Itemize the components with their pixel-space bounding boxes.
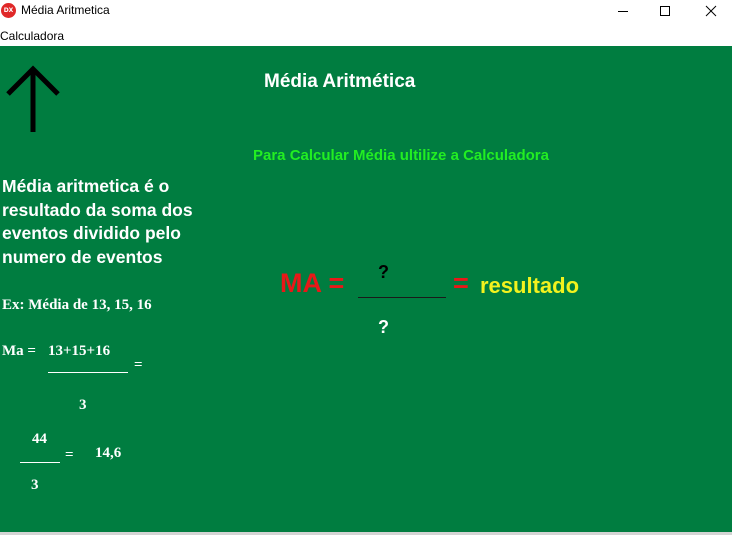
- example-fraction-line: [48, 372, 128, 373]
- title-bar: DX Média Aritmetica: [0, 0, 732, 22]
- definition-text: Média aritmetica é o resultado da soma d…: [2, 176, 193, 267]
- close-icon: [705, 5, 717, 17]
- maximize-button[interactable]: [642, 0, 688, 22]
- calculator-hint: Para Calcular Média ultilize a Calculado…: [253, 147, 549, 164]
- example-equals-1: =: [134, 357, 143, 373]
- example-result: 14,6: [95, 445, 122, 461]
- window-title: Média Aritmetica: [21, 3, 110, 17]
- app-icon: DX: [1, 3, 16, 18]
- example-sum-denominator: 3: [31, 477, 39, 493]
- example-sum: 44: [32, 431, 47, 447]
- close-button[interactable]: [688, 0, 732, 22]
- formula-result: resultado: [480, 273, 580, 298]
- example-equals-2: =: [65, 447, 74, 463]
- minimize-button[interactable]: [600, 0, 646, 22]
- up-arrow-icon[interactable]: [4, 64, 62, 136]
- example-sum-fraction-line: [20, 462, 60, 463]
- formula-ma-label: MA =: [280, 268, 345, 298]
- example-numerator: 13+15+16: [48, 343, 111, 359]
- formula-numerator: ?: [378, 262, 389, 282]
- formula-denominator: ?: [378, 317, 389, 337]
- formula-equals: =: [453, 268, 469, 298]
- main-canvas: Média Aritmética Para Calcular Média ult…: [0, 46, 732, 532]
- example-denominator: 3: [79, 397, 87, 413]
- minimize-icon: [618, 11, 628, 12]
- formula-fraction-line: [358, 297, 446, 298]
- example-ma-label: Ma =: [2, 343, 36, 359]
- example-intro: Ex: Média de 13, 15, 16: [2, 297, 152, 313]
- page-title: Média Aritmética: [264, 71, 416, 92]
- menu-item-calculadora[interactable]: Calculadora: [0, 29, 64, 43]
- maximize-icon: [660, 6, 670, 16]
- menu-bar: Calculadora: [0, 27, 732, 46]
